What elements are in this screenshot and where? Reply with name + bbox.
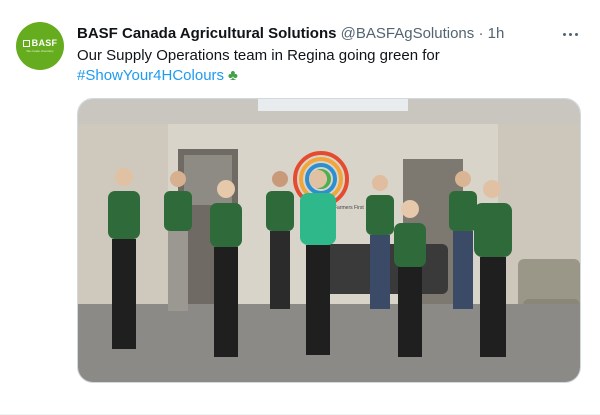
more-horizontal-icon[interactable] [560, 24, 580, 44]
tweet-body: Our Supply Operations team in Regina goi… [77, 47, 440, 64]
author-handle[interactable]: @BASFAgSolutions [341, 25, 475, 42]
avatar[interactable]: BASF We create chemistry [16, 22, 64, 70]
tweet-header: BASF Canada Agricultural Solutions @BASF… [77, 24, 552, 44]
wall-sign-text: Farmers First [334, 205, 364, 211]
timestamp[interactable]: 1h [488, 25, 505, 42]
separator: · [478, 25, 484, 42]
tweet-text: Our Supply Operations team in Regina goi… [77, 46, 584, 86]
tweet[interactable]: BASF We create chemistry BASF Canada Agr… [0, 0, 600, 415]
four-leaf-clover-icon: ♣ [228, 67, 238, 84]
author-name[interactable]: BASF Canada Agricultural Solutions [77, 25, 336, 42]
basf-logo: BASF [22, 39, 58, 48]
tweet-photo[interactable]: Farmers First [77, 98, 581, 383]
basf-tagline: We create chemistry [26, 49, 54, 53]
hashtag-link[interactable]: #ShowYour4HColours [77, 67, 224, 84]
